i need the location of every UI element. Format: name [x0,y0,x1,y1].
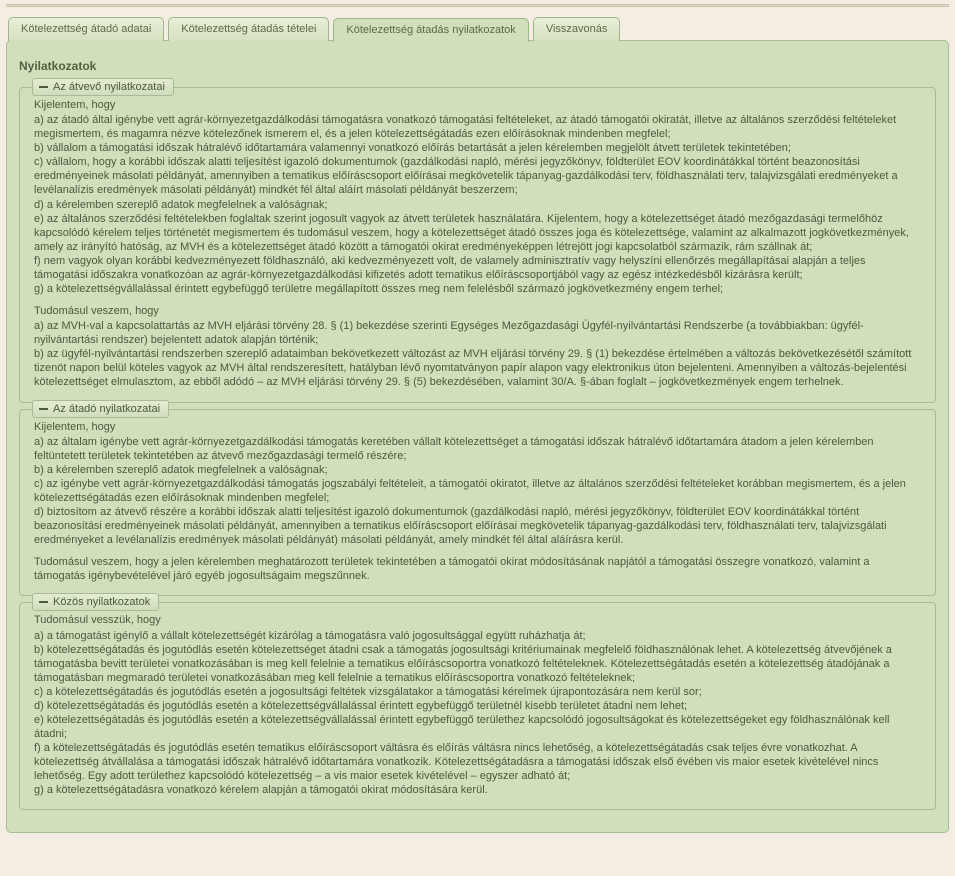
legend-atado[interactable]: Az átadó nyilatkozatai [32,400,169,418]
top-divider [6,4,949,7]
tab-visszavonas[interactable]: Visszavonás [533,17,621,41]
legend-label: Az átadó nyilatkozatai [53,403,160,415]
tab-atadas-nyilatkozatok[interactable]: Kötelezettség átadás nyilatkozatok [333,18,528,42]
fieldset-atvevo: Az átvevő nyilatkozatai Kijelentem, hogy… [19,87,936,403]
fieldset-atado: Az átadó nyilatkozatai Kijelentem, hogy … [19,409,936,597]
legend-kozos[interactable]: Közös nyilatkozatok [32,593,159,611]
sec1-a: a) az átadó által igénybe vett agrár-kör… [34,113,921,141]
collapse-icon [39,86,48,88]
sec2-d: d) biztosítom az átvevő részére a korább… [34,505,921,547]
sec1-b: b) vállalom a támogatási időszak hátralé… [34,141,921,155]
sec3-g: g) a kötelezettségátadásra vonatkozó kér… [34,783,921,797]
legend-atvevo[interactable]: Az átvevő nyilatkozatai [32,78,174,96]
panel-title: Nyilatkozatok [19,59,936,73]
sec3-b: b) kötelezettségátadás és jogutódlás ese… [34,643,921,685]
sec1-a2: a) az MVH-val a kapcsolattartás az MVH e… [34,319,921,347]
fieldset-kozos: Közös nyilatkozatok Tudomásul vesszük, h… [19,602,936,810]
sec3-e: e) kötelezettségátadás és jogutódlás ese… [34,713,921,741]
tab-atado-adatai[interactable]: Kötelezettség átadó adatai [8,17,164,41]
sec1-b2: b) az ügyfél-nyilvántartási rendszerben … [34,347,921,389]
legend-label: Közös nyilatkozatok [53,596,150,608]
sec2-c: c) az igénybe vett agrár-környezetgazdál… [34,477,921,505]
sec2-lead1: Kijelentem, hogy [34,420,921,434]
collapse-icon [39,408,48,410]
sec3-f: f) a kötelezettségátadás és jogutódlás e… [34,741,921,783]
collapse-icon [39,601,48,603]
sec1-g: g) a kötelezettségvállalással érintett e… [34,282,921,296]
tab-atadas-tetelei[interactable]: Kötelezettség átadás tételei [168,17,329,41]
main-panel: Nyilatkozatok Az átvevő nyilatkozatai Ki… [6,40,949,833]
sec2-lead2: Tudomásul veszem, hogy a jelen kérelembe… [34,555,921,583]
sec1-d: d) a kérelemben szereplő adatok megfelel… [34,198,921,212]
sec3-a: a) a támogatást igénylő a vállalt kötele… [34,629,921,643]
legend-label: Az átvevő nyilatkozatai [53,81,165,93]
sec2-b: b) a kérelemben szereplő adatok megfelel… [34,463,921,477]
sec1-lead1: Kijelentem, hogy [34,98,921,112]
sec3-c: c) a kötelezettségátadás és jogutódlás e… [34,685,921,699]
sec3-d: d) kötelezettségátadás és jogutódlás ese… [34,699,921,713]
sec1-f: f) nem vagyok olyan korábbi kedvezményez… [34,254,921,282]
sec3-lead1: Tudomásul vesszük, hogy [34,613,921,627]
sec1-c: c) vállalom, hogy a korábbi időszak alat… [34,155,921,197]
tabs-row: Kötelezettség átadó adatai Kötelezettség… [8,17,947,41]
sec1-lead2: Tudomásul veszem, hogy [34,304,921,318]
sec1-e: e) az általános szerződési feltételekben… [34,212,921,254]
sec2-a: a) az általam igénybe vett agrár-környez… [34,435,921,463]
